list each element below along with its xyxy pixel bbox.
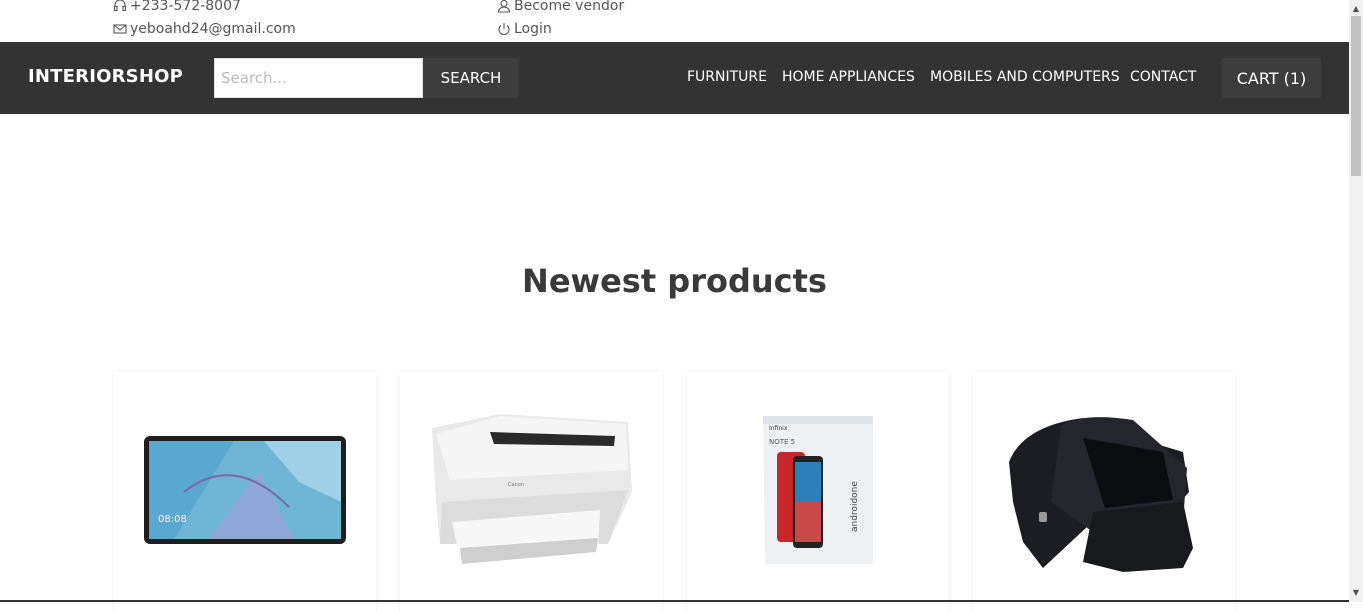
cart-button[interactable]: CART (1) <box>1222 58 1321 98</box>
email-info: yeboahd24@gmail.com <box>113 21 296 37</box>
phone-number: +233-572-8007 <box>130 0 241 14</box>
svg-text:NOTE 5: NOTE 5 <box>769 438 795 446</box>
scrollbar-thumb[interactable] <box>1351 16 1361 176</box>
printer-image: Canon <box>432 414 632 564</box>
become-vendor-link[interactable]: Become vendor <box>497 0 624 14</box>
login-link[interactable]: Login <box>497 21 552 37</box>
phone-info: +233-572-8007 <box>113 0 241 14</box>
scroll-down-arrow-icon[interactable]: ▼ <box>1349 584 1363 600</box>
main-navbar: INTERIORSHOP SEARCH FURNITURE HOME APPLI… <box>0 42 1349 114</box>
top-contact-bar: +233-572-8007 yeboahd24@gmail.com Become… <box>0 0 1349 42</box>
svg-text:08:08: 08:08 <box>158 514 187 525</box>
nav-home-appliances[interactable]: HOME APPLIANCES <box>782 69 915 85</box>
power-icon <box>498 23 510 36</box>
headset-icon <box>113 0 127 12</box>
svg-text:Canon: Canon <box>508 482 524 488</box>
svg-text:Infinix: Infinix <box>769 425 788 432</box>
scroll-up-arrow-icon[interactable]: ▲ <box>1349 0 1363 16</box>
nav-furniture[interactable]: FURNITURE <box>687 69 767 85</box>
product-card-smartphone[interactable]: Infinix NOTE 5 androidone <box>687 372 949 612</box>
svg-text:androidone: androidone <box>850 481 860 532</box>
search-input[interactable] <box>214 58 423 98</box>
smartwatch-image <box>1009 417 1193 572</box>
product-card-tablet[interactable]: 08:08 <box>114 372 376 612</box>
brand-logo[interactable]: INTERIORSHOP <box>28 66 183 87</box>
search-button[interactable]: SEARCH <box>423 58 519 98</box>
vertical-scrollbar[interactable]: ▲ ▼ <box>1349 0 1363 602</box>
product-card-printer[interactable]: Canon <box>400 372 662 612</box>
become-vendor-label: Become vendor <box>514 0 625 14</box>
product-card-smartwatch[interactable] <box>973 372 1235 612</box>
envelope-icon <box>113 24 127 34</box>
section-title: Newest products <box>522 262 827 300</box>
login-label: Login <box>514 21 552 37</box>
user-icon <box>497 0 511 13</box>
smartphone-box-image: Infinix NOTE 5 androidone <box>763 416 873 564</box>
nav-contact[interactable]: CONTACT <box>1130 69 1196 85</box>
tablet-image: 08:08 <box>144 436 346 544</box>
nav-mobiles-and-computers[interactable]: MOBILES AND COMPUTERS <box>930 69 1120 85</box>
email-address: yeboahd24@gmail.com <box>130 21 296 37</box>
